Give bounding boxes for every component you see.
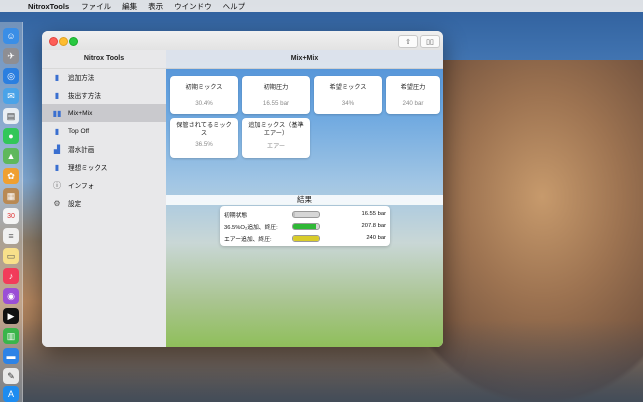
tank-icon: ▮ [54,162,60,172]
mail-icon[interactable]: ✉ [3,88,19,104]
tank-icon: ▮ [54,72,60,82]
sidebar-item-settings[interactable]: ⚙ 設定 [42,194,166,212]
info-icon: ⓘ [53,180,61,190]
sidebar-item-top-off[interactable]: ▮ Top Off [42,122,166,140]
menu-view[interactable]: 表示 [148,1,163,12]
calendar-icon[interactable]: 30 [3,208,19,224]
sidebar-item-label: 理想ミックス [68,165,108,172]
chart-icon: ▟ [53,144,61,154]
pressure-gauge [292,222,320,230]
card-label: 初期ミックス [185,84,223,91]
app-window: ⇧ ▯▯ Nitrox Tools ▮ 追加方法 ▮ 抜出す方法 ▮▮ Mix+… [42,31,443,347]
photos-icon[interactable]: ✿ [3,168,19,184]
sidebar-item-label: 潜水計画 [68,147,95,154]
card-initial-pressure[interactable]: 初期圧力 16.55 bar [242,76,310,114]
page-title: Mix+Mix [166,50,443,69]
main-content: Mix+Mix 初期ミックス 30.4% 初期圧力 16.55 bar 希望ミッ… [166,50,443,347]
launchpad-icon[interactable]: ✈ [3,48,19,64]
sidebar-item-info[interactable]: ⓘ インフォ [42,176,166,194]
results-panel: 初期状態 16.55 bar 36.5%O₂追加、終圧: 207.8 bar エ… [220,206,390,246]
share-button[interactable]: ⇧ [398,35,418,48]
keynote-icon[interactable]: ▬ [3,348,19,364]
sidebar-item-label: Mix+Mix [68,109,93,117]
title-bar: ⇧ ▯▯ [42,31,443,51]
card-label: 追加ミックス（基準エアー） [248,122,304,137]
menu-bar: NitroxTools ファイル 編集 表示 ウインドウ ヘルプ [0,0,643,12]
music-icon[interactable]: ♪ [3,268,19,284]
card-stored-mix[interactable]: 保管されてるミックス 36.5% [170,118,238,158]
sidebar-item-best-mix[interactable]: ▮ 理想ミックス [42,158,166,176]
menu-edit[interactable]: 編集 [122,1,137,12]
sidebar-title: Nitrox Tools [42,50,166,69]
mix-icon: ▮▮ [52,108,62,118]
tv-icon[interactable]: ▶ [3,308,19,324]
card-label: 初期圧力 [263,84,289,91]
sidebar-item-label: 設定 [68,201,82,208]
result-value: 207.8 bar [361,223,387,229]
stickies-icon[interactable]: ▭ [3,248,19,264]
card-value: 36.5% [195,141,213,148]
sidebar-item-label: 抜出す方法 [68,93,101,100]
pages-icon[interactable]: ✎ [3,368,19,384]
numbers-icon[interactable]: ▥ [3,328,19,344]
app-store-icon[interactable]: A [3,386,19,402]
card-value: 240 bar [402,100,424,107]
card-added-mix[interactable]: 追加ミックス（基準エアー） エアー [242,118,310,158]
reminders-icon[interactable]: ≡ [3,228,19,244]
finder-icon[interactable]: ☺ [3,28,19,44]
result-row-after-oxygen: 36.5%O₂追加、終圧: 207.8 bar [224,220,386,232]
sidebar-toggle-button[interactable]: ▯▯ [420,35,440,48]
safari-icon[interactable]: ◎ [3,68,19,84]
pressure-gauge [292,234,320,242]
messages-icon[interactable]: ● [3,128,19,144]
sidebar-item-label: 追加方法 [68,75,95,82]
card-label: 希望圧力 [400,84,426,91]
result-row-initial: 初期状態 16.55 bar [224,208,386,220]
menu-window[interactable]: ウインドウ [174,1,212,12]
sidebar-item-dive-plan[interactable]: ▟ 潜水計画 [42,140,166,158]
menu-help[interactable]: ヘルプ [223,1,246,12]
result-label: エアー追加、終圧: [224,236,272,243]
card-value: 34% [341,100,355,107]
result-row-after-air: エアー追加、終圧: 240 bar [224,232,386,244]
card-target-mix[interactable]: 希望ミックス 34% [314,76,382,114]
zoom-button[interactable] [69,37,78,46]
podcasts-icon[interactable]: ◉ [3,288,19,304]
card-label: 希望ミックス [329,84,367,91]
card-label: 保管されてるミックス [176,122,232,137]
contacts-icon[interactable]: ▤ [3,108,19,124]
sidebar-item-bleed-method[interactable]: ▮ 抜出す方法 [42,86,166,104]
card-value: エアー [266,143,286,150]
card-target-pressure[interactable]: 希望圧力 240 bar [386,76,440,114]
result-label: 初期状態 [224,212,248,219]
gear-icon: ⚙ [53,198,61,208]
card-initial-mix[interactable]: 初期ミックス 30.4% [170,76,238,114]
pressure-gauge [292,210,320,218]
menu-file[interactable]: ファイル [81,1,111,12]
results-heading: 結果 [166,195,443,205]
minimize-button[interactable] [59,37,68,46]
menu-app-name[interactable]: NitroxTools [28,2,69,11]
sidebar: Nitrox Tools ▮ 追加方法 ▮ 抜出す方法 ▮▮ Mix+Mix ▮… [42,50,167,347]
result-value: 16.55 bar [361,211,387,217]
card-value: 16.55 bar [262,100,290,107]
sidebar-item-label: インフォ [68,183,95,190]
tank-icon: ▮ [54,126,60,136]
maps-icon[interactable]: ▲ [3,148,19,164]
result-label: 36.5%O₂追加、終圧: [224,224,278,231]
sidebar-item-add-method[interactable]: ▮ 追加方法 [42,68,166,86]
tank-icon: ▮ [54,90,60,100]
card-value: 30.4% [195,100,213,107]
result-value: 240 bar [366,235,386,241]
close-button[interactable] [49,37,58,46]
sidebar-item-mix-mix[interactable]: ▮▮ Mix+Mix [42,104,166,122]
sidebar-item-label: Top Off [68,127,90,135]
notes-icon[interactable]: ▦ [3,188,19,204]
dock: ☺ ✈ ◎ ✉ ▤ ● ▲ ✿ ▦ 30 ≡ ▭ ♪ ◉ ▶ ▥ ▬ ✎ A [0,22,23,402]
